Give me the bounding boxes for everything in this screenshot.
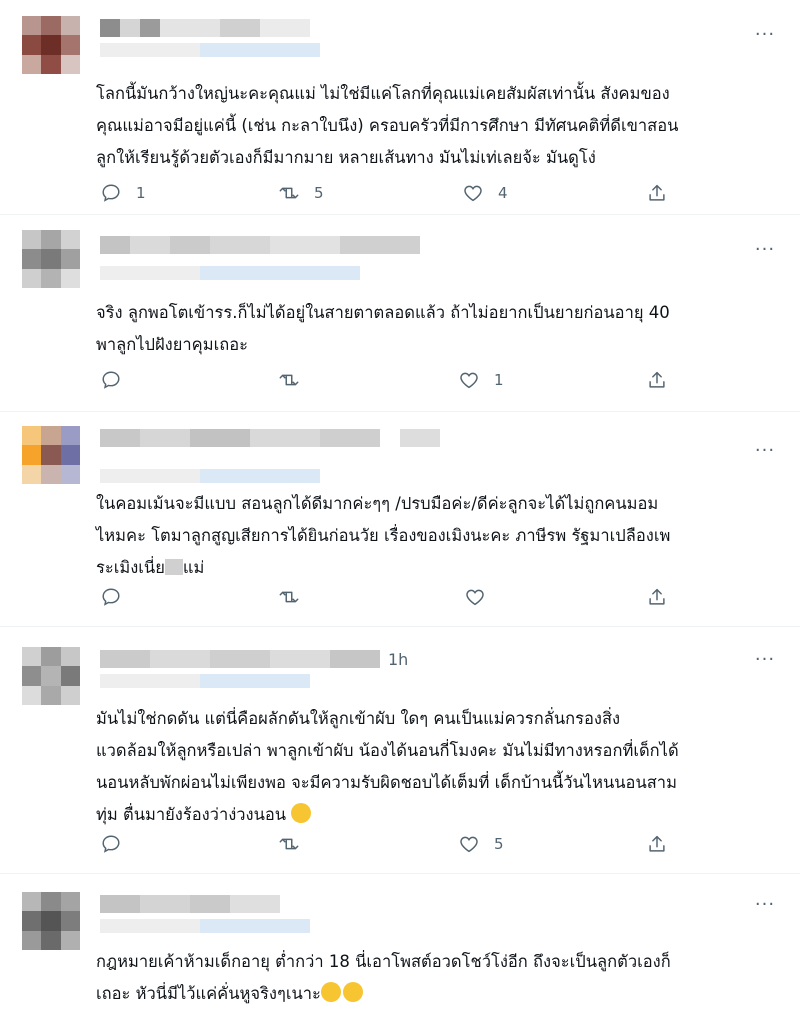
tweet-text: โลกนี้มันกว้างใหญ่นะคะคุณแม่ ไม่ใช่มีแค่…	[96, 78, 786, 174]
more-icon[interactable]: ···	[752, 22, 778, 48]
tweet-text: มันไม่ใช่กดดัน แต่นี่คือผลักดันให้ลูกเข้…	[96, 703, 786, 831]
tweet-text-line: โลกนี้มันกว้างใหญ่นะคะคุณแม่ ไม่ใช่มีแค่…	[96, 84, 670, 103]
retweet-count: 5	[314, 184, 324, 202]
author-name-redacted[interactable]	[100, 235, 420, 255]
reply-button[interactable]	[100, 584, 122, 610]
redacted-word	[164, 559, 183, 575]
like-button[interactable]: 5	[458, 831, 504, 857]
share-button[interactable]	[646, 584, 668, 610]
reply-icon	[102, 371, 120, 389]
tweet-text-line: กฎหมายเค้าห้ามเด็กอายุ ต่ำกว่า 18 นี่เอา…	[96, 952, 671, 971]
retweet-button[interactable]	[278, 367, 314, 393]
reply-icon	[102, 835, 120, 853]
avatar[interactable]	[22, 647, 80, 705]
author-name-redacted[interactable]: 1h	[100, 649, 408, 669]
tweet-text-fragment: ทุ่ม ตื่นมายังร้องว่าง่วงนอน	[96, 805, 287, 824]
like-count: 1	[494, 371, 504, 389]
share-icon	[649, 835, 665, 852]
tweet-3: ··· ในคอมเม้นจะมีแบบ สอนลูกได้ดีมากค่ะๆๆ…	[0, 412, 800, 626]
tweet-4: 1h ··· มันไม่ใช่กดดัน แต่นี่คือผลักดันให…	[0, 627, 800, 873]
retweet-button[interactable]	[278, 831, 300, 857]
avatar[interactable]	[22, 426, 80, 484]
tweet-text-fragment: เถอะ หัวนี่มีไว้แค่คั่นหูจริงๆเนาะ	[96, 984, 321, 1003]
tweet-text-line: จริง ลูกพอโตเข้ารร.ก็ไม่ได้อยู่ในสายตาตล…	[96, 303, 670, 322]
tweet-5: ··· กฎหมายเค้าห้ามเด็กอายุ ต่ำกว่า 18 นี…	[0, 874, 800, 1019]
like-count: 5	[494, 835, 504, 853]
author-handle-redacted[interactable]	[100, 265, 360, 281]
pinching-hand-emoji-icon	[342, 982, 363, 1002]
more-icon[interactable]: ···	[752, 892, 778, 918]
author-handle-redacted[interactable]	[100, 42, 320, 58]
heart-icon	[464, 185, 482, 202]
tweet-text: จริง ลูกพอโตเข้ารร.ก็ไม่ได้อยู่ในสายตาตล…	[96, 297, 786, 361]
tweet-text-line: เถอะ หัวนี่มีไว้แค่คั่นหูจริงๆเนาะ	[96, 978, 786, 1010]
tweet-text-fragment: ระเมิงเนี่ย	[96, 558, 165, 577]
tweet-text-line: มันไม่ใช่กดดัน แต่นี่คือผลักดันให้ลูกเข้…	[96, 709, 621, 728]
like-button[interactable]	[464, 584, 486, 610]
timestamp[interactable]: 1h	[388, 650, 408, 669]
author-name-redacted[interactable]	[100, 894, 280, 914]
avatar[interactable]	[22, 892, 80, 950]
tweet-text-line: พาลูกไปฝังยาคุมเถอะ	[96, 335, 248, 354]
retweet-button[interactable]	[278, 584, 300, 610]
heart-icon	[460, 836, 478, 853]
tweet-text-line: ทุ่ม ตื่นมายังร้องว่าง่วงนอน	[96, 799, 786, 831]
retweet-icon	[279, 591, 299, 603]
tweet-text: กฎหมายเค้าห้ามเด็กอายุ ต่ำกว่า 18 นี่เอา…	[96, 946, 786, 1010]
heart-icon	[466, 589, 484, 606]
like-count: 4	[498, 184, 508, 202]
heart-icon	[460, 372, 478, 389]
author-name-redacted[interactable]	[100, 428, 440, 448]
sweat-smile-emoji-icon	[291, 803, 312, 823]
retweet-icon	[279, 374, 299, 386]
action-bar: 1	[96, 367, 696, 393]
author-handle-redacted[interactable]	[100, 673, 310, 689]
reply-count: 1	[136, 184, 146, 202]
retweet-button[interactable]: 5	[278, 180, 324, 206]
author-name-redacted[interactable]	[100, 18, 310, 38]
action-bar: 5	[96, 831, 696, 857]
avatar[interactable]	[22, 16, 80, 74]
reply-icon	[102, 588, 120, 606]
tears-of-joy-emoji-icon	[320, 982, 341, 1002]
tweet-text-line: คุณแม่อาจมีอยู่แค่นี้ (เช่น กะลาใบนึง) ค…	[96, 116, 679, 135]
tweet-text-fragment: แม่	[182, 558, 205, 577]
share-button[interactable]	[646, 367, 668, 393]
share-icon	[649, 371, 665, 388]
tweet-text-line: ลูกให้เรียนรู้ด้วยตัวเองก็มีมากมาย หลายเ…	[96, 148, 596, 167]
action-bar: 1 5 4	[96, 180, 696, 206]
reply-button[interactable]	[100, 831, 122, 857]
tweet-2: ··· จริง ลูกพอโตเข้ารร.ก็ไม่ได้อยู่ในสาย…	[0, 215, 800, 411]
reply-button[interactable]	[100, 367, 136, 393]
avatar[interactable]	[22, 230, 80, 288]
more-icon[interactable]: ···	[752, 438, 778, 464]
retweet-icon	[279, 838, 299, 850]
more-icon[interactable]: ···	[752, 647, 778, 673]
retweet-icon	[279, 187, 299, 199]
tweet-text-line: แวดล้อมให้ลูกหรือเปล่า พาลูกเข้าผับ น้อง…	[96, 741, 679, 760]
more-icon[interactable]: ···	[752, 237, 778, 263]
action-bar	[96, 584, 696, 610]
tweet-text-line: ระเมิงเนี่ย แม่	[96, 552, 786, 584]
share-icon	[649, 588, 665, 605]
author-handle-redacted[interactable]	[100, 468, 320, 484]
reply-button[interactable]: 1	[100, 180, 146, 206]
share-button[interactable]	[646, 831, 668, 857]
share-icon	[649, 184, 665, 201]
share-button[interactable]	[646, 180, 668, 206]
tweet-text: ในคอมเม้นจะมีแบบ สอนลูกได้ดีมากค่ะๆๆ /ปร…	[96, 488, 786, 584]
tweet-text-line: ไหมคะ โตมาลูกสูญเสียการได้ยินก่อนวัย เรื…	[96, 526, 671, 545]
like-button[interactable]: 1	[458, 367, 504, 393]
reply-icon	[102, 184, 120, 202]
tweet-text-line: นอนหลับพักผ่อนไม่เพียงพอ จะมีความรับผิดช…	[96, 773, 677, 792]
tweet-text-line: ในคอมเม้นจะมีแบบ สอนลูกได้ดีมากค่ะๆๆ /ปร…	[96, 494, 659, 513]
tweet-1: ··· โลกนี้มันกว้างใหญ่นะคะคุณแม่ ไม่ใช่ม…	[0, 0, 800, 214]
author-handle-redacted[interactable]	[100, 918, 310, 934]
like-button[interactable]: 4	[462, 180, 508, 206]
